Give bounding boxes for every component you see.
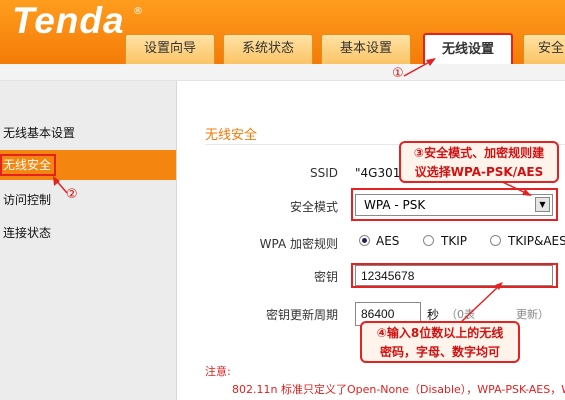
callout-4-line2: 密码，字母、数字均可 — [379, 345, 500, 359]
arrow-line-4 — [459, 284, 501, 324]
callout-step-3: ③安全模式、加密规则建 议选择WPA-PSK/AES — [399, 141, 559, 183]
marker-step-1: ① — [392, 66, 404, 81]
marker-step-2: ② — [66, 187, 78, 202]
callout-3-line1: ③安全模式、加密规则建 — [413, 146, 545, 160]
callout-3-line2: 议选择WPA-PSK/AES — [414, 165, 544, 179]
callout-4-line1: ④输入8位数以上的无线 — [376, 326, 504, 340]
arrow-head-3 — [522, 189, 532, 196]
callout-step-4: ④输入8位数以上的无线 密码，字母、数字均可 — [360, 321, 520, 363]
arrow-head-1 — [426, 58, 436, 66]
